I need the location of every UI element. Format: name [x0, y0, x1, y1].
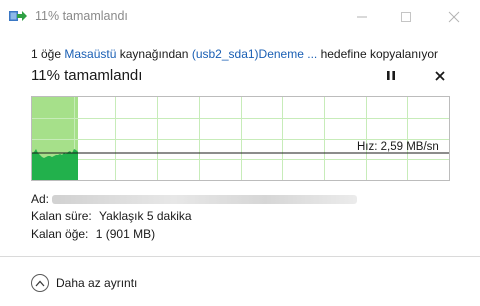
source-link[interactable]: Masaüstü — [64, 47, 116, 61]
title-bar: 11% tamamlandı — [0, 0, 480, 33]
status-mid-text: kaynağından — [119, 47, 189, 61]
detail-items-row: Kalan öğe: 1 (901 MB) — [31, 227, 155, 241]
maximize-button[interactable] — [384, 0, 428, 33]
time-remaining-value: Yaklaşık 5 dakika — [99, 209, 192, 223]
detail-time-row: Kalan süre: Yaklaşık 5 dakika — [31, 209, 192, 223]
progress-heading: 11% tamamlandı — [31, 67, 143, 84]
minimize-button[interactable] — [340, 0, 384, 33]
close-icon — [435, 68, 445, 86]
fewer-details-button[interactable]: Daha az ayrıntı — [31, 274, 137, 292]
obscured-file-name — [52, 195, 358, 205]
time-remaining-label: Kalan süre: — [31, 209, 92, 223]
speed-label: Hız: 2,59 MB/sn — [357, 141, 439, 153]
items-remaining-value: 1 (901 MB) — [95, 227, 156, 241]
close-window-button[interactable] — [432, 0, 476, 33]
copy-arrow-icon — [9, 9, 27, 23]
speed-graph-canvas — [32, 97, 449, 180]
name-label: Ad: — [31, 192, 50, 206]
chevron-up-circle-icon — [31, 274, 49, 292]
window-title: 11% tamamlandı — [35, 9, 128, 23]
items-remaining-label: Kalan öğe: — [31, 227, 89, 241]
item-count: 1 öğe — [31, 47, 62, 61]
destination-link[interactable]: (usb2_sda1)Deneme ... — [192, 47, 317, 61]
copy-status-line: 1 öğe Masaüstü kaynağından (usb2_sda1)De… — [31, 47, 438, 61]
graph-grid — [32, 97, 449, 180]
pause-button[interactable] — [381, 67, 401, 87]
speed-graph: Hız: 2,59 MB/sn — [31, 96, 450, 181]
pause-icon — [386, 68, 396, 86]
status-suffix-text: hedefine kopyalanıyor — [320, 47, 438, 61]
footer: Daha az ayrıntı — [0, 256, 480, 306]
cancel-button[interactable] — [430, 67, 450, 87]
detail-name-row: Ad: — [31, 192, 358, 206]
fewer-details-label: Daha az ayrıntı — [56, 276, 138, 290]
